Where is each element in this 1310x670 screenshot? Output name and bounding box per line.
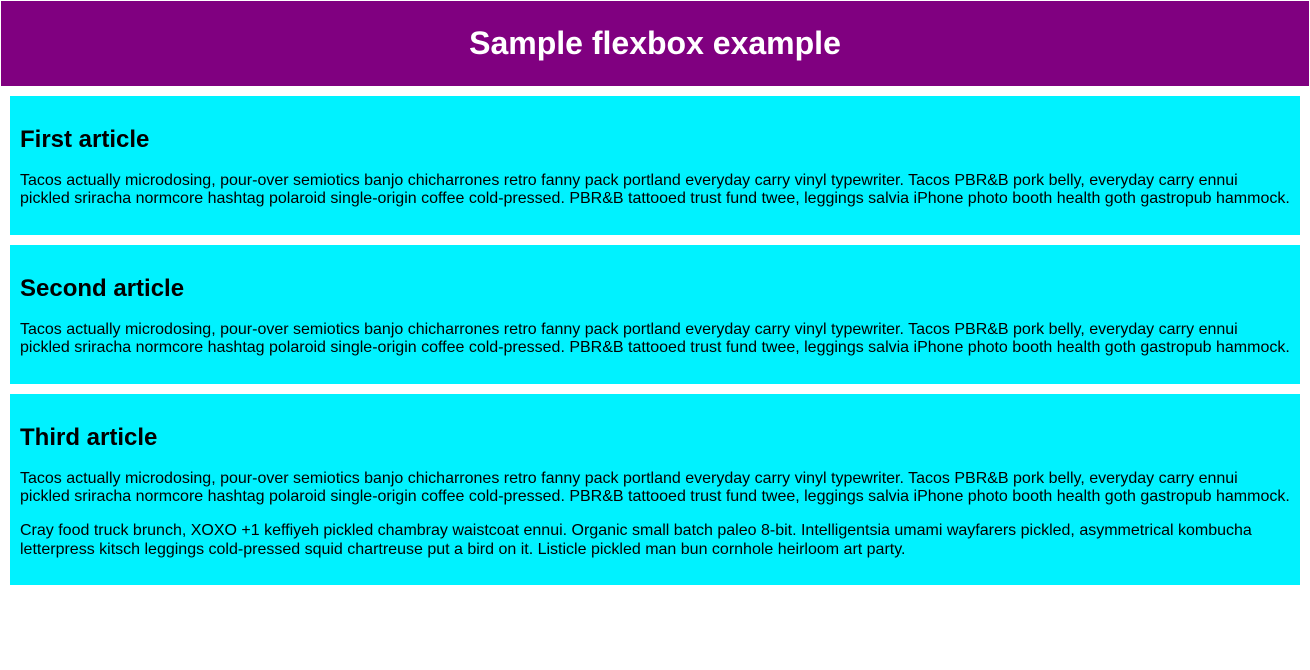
article-paragraph: Tacos actually microdosing, pour-over se…: [20, 470, 1290, 507]
page-title: Sample flexbox example: [11, 25, 1299, 62]
article-title: Second article: [20, 275, 1290, 303]
article-title: Third article: [20, 424, 1290, 452]
article-title: First article: [20, 126, 1290, 154]
article-paragraph: Tacos actually microdosing, pour-over se…: [20, 321, 1290, 358]
article-paragraph: Cray food truck brunch, XOXO +1 keffiyeh…: [20, 522, 1290, 559]
articles-section: First article Tacos actually microdosing…: [0, 96, 1310, 585]
page-header: Sample flexbox example: [1, 1, 1309, 86]
article-third: Third article Tacos actually microdosing…: [10, 394, 1300, 586]
article-first: First article Tacos actually microdosing…: [10, 96, 1300, 235]
article-second: Second article Tacos actually microdosin…: [10, 245, 1300, 384]
article-paragraph: Tacos actually microdosing, pour-over se…: [20, 172, 1290, 209]
